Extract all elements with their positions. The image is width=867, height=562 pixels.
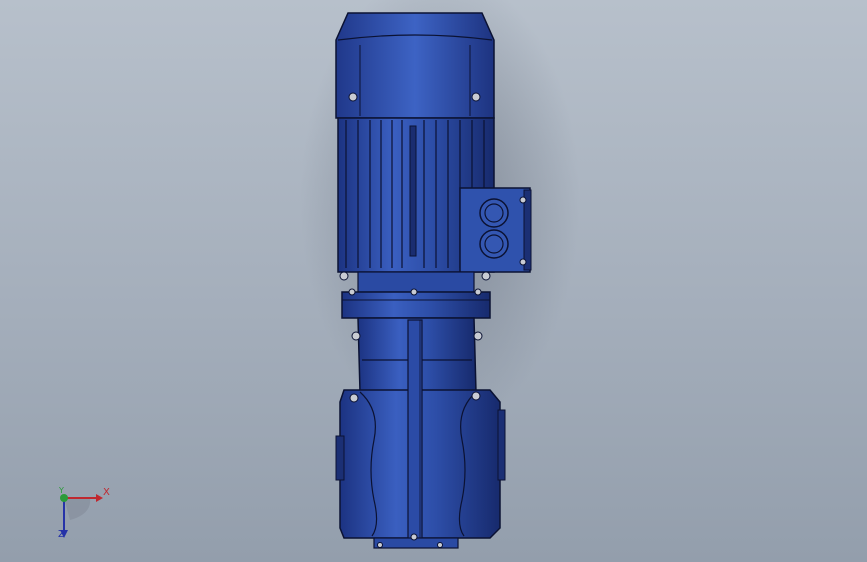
bolt-icon (348, 92, 358, 102)
gear-motor-model[interactable] (0, 0, 867, 562)
adapter-flange (341, 291, 491, 319)
bolt-icon (351, 331, 361, 341)
bolt-icon (349, 393, 359, 403)
bolt-icon (471, 92, 481, 102)
y-axis-label: Y (59, 486, 64, 495)
z-axis-label: Z (58, 529, 65, 540)
x-axis-label: X (103, 487, 110, 498)
bolt-icon (339, 271, 349, 281)
bolt-icon (473, 331, 483, 341)
cad-viewport[interactable]: X Y Z (0, 0, 867, 562)
coordinate-triad[interactable]: X Y Z (40, 478, 120, 548)
adapter-neck (357, 271, 475, 293)
cable-gland-icon (479, 198, 509, 228)
x-axis-arrow-icon (96, 494, 103, 502)
cable-gland-icon (479, 229, 509, 259)
triad-shadow (64, 498, 91, 520)
bolt-icon (481, 271, 491, 281)
bolt-icon (471, 391, 481, 401)
